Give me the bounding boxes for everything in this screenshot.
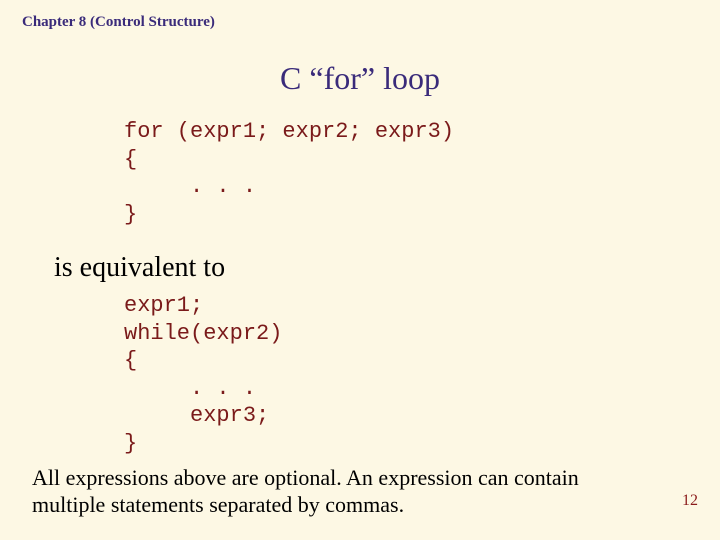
for-loop-code: for (expr1; expr2; expr3) { . . . }: [124, 118, 454, 228]
page-number: 12: [682, 492, 698, 510]
slide-title: C “for” loop: [0, 60, 720, 97]
equivalent-text: is equivalent to: [54, 252, 225, 284]
while-loop-code: expr1; while(expr2) { . . . expr3; }: [124, 292, 282, 457]
chapter-header: Chapter 8 (Control Structure): [22, 14, 215, 31]
slide: Chapter 8 (Control Structure) C “for” lo…: [0, 0, 720, 540]
footer-note: All expressions above are optional. An e…: [32, 465, 632, 518]
